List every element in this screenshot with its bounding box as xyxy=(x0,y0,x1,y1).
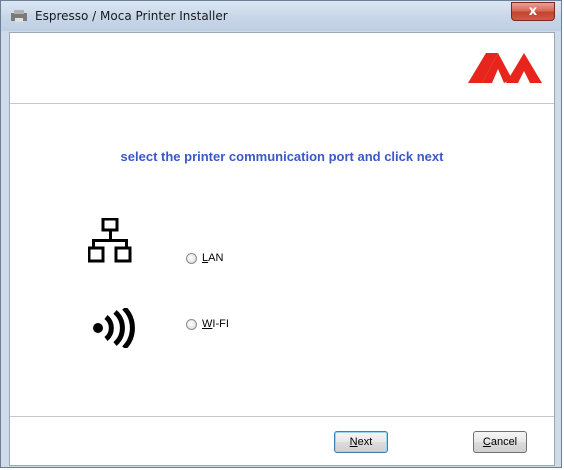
installer-window: Espresso / Moca Printer Installer x sele… xyxy=(0,0,562,468)
header-banner xyxy=(10,33,554,104)
footer-divider xyxy=(10,416,554,417)
wifi-radio[interactable] xyxy=(186,318,197,330)
moca-logo-icon xyxy=(468,53,542,83)
instruction-text: select the printer communication port an… xyxy=(120,149,444,164)
next-mnemonic: N xyxy=(349,436,358,448)
window-title: Espresso / Moca Printer Installer xyxy=(35,9,228,23)
next-button[interactable]: Next xyxy=(334,431,388,453)
cancel-button[interactable]: Cancel xyxy=(473,431,527,453)
option-wifi[interactable]: WI-FI xyxy=(186,318,229,330)
lan-label[interactable]: LAN xyxy=(202,252,223,264)
cancel-mnemonic: C xyxy=(482,436,491,448)
next-label-rest: ext xyxy=(357,436,373,448)
lan-label-rest: AN xyxy=(208,252,224,264)
wifi-signal-icon xyxy=(93,308,135,348)
wifi-label[interactable]: WI-FI xyxy=(202,318,229,330)
network-lan-icon xyxy=(88,218,132,263)
printer-app-icon xyxy=(11,10,27,22)
title-bar[interactable]: Espresso / Moca Printer Installer x xyxy=(1,1,561,31)
cancel-label-rest: ancel xyxy=(490,436,518,448)
close-button[interactable]: x xyxy=(511,2,555,21)
close-icon: x xyxy=(528,4,538,19)
wifi-label-mnemonic: W xyxy=(202,318,213,330)
option-lan[interactable]: LAN xyxy=(186,252,223,264)
wizard-panel: select the printer communication port an… xyxy=(9,32,555,466)
wifi-label-rest: I-FI xyxy=(212,318,229,330)
lan-radio[interactable] xyxy=(186,252,197,264)
